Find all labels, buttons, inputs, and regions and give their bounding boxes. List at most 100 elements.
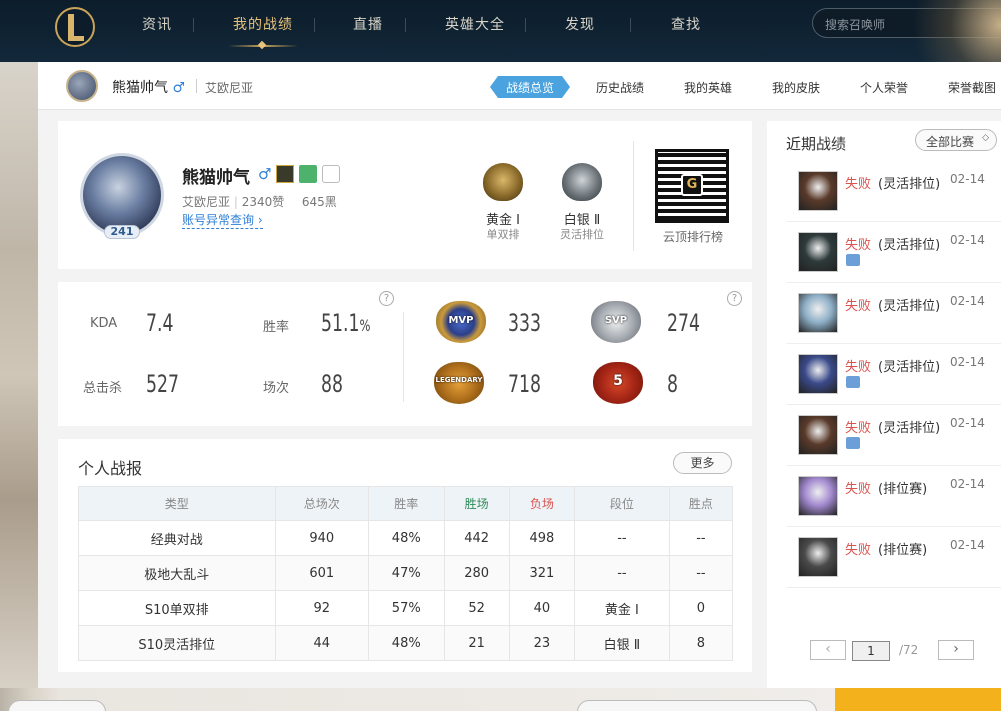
champion-icon — [798, 171, 838, 211]
kda-value: 7.4 — [146, 309, 174, 337]
recent-matches-panel: 近期战绩 全部比赛 ◇ 失败 (灵活排位) 02-14 失败 (灵活排位) 02-14 失败… — [767, 121, 1001, 688]
champion-icon — [798, 537, 838, 577]
match-list-item[interactable]: 失败 (灵活排位) 02-14 — [787, 344, 1001, 405]
profile-server: 艾欧尼亚 — [182, 195, 231, 209]
tft-leaderboard-label[interactable]: 云顶排行榜 — [654, 228, 732, 245]
nav-discover[interactable]: 发现 — [565, 14, 595, 34]
match-list-item[interactable]: 失败 (灵活排位) 02-14 — [787, 161, 1001, 222]
winrate-label: 胜率 — [263, 320, 290, 335]
tab-honors[interactable]: 个人荣誉 — [860, 79, 908, 96]
match-date: 02-14 — [950, 355, 985, 369]
table-row: S10灵活排位 44 48% 21 23 白银 Ⅱ 8 — [78, 625, 734, 661]
legendary-badge-icon: LEGENDARY — [434, 362, 484, 404]
table-cell: 57% — [367, 590, 445, 626]
copy-icon[interactable] — [299, 165, 317, 183]
table-cell: 21 — [443, 625, 510, 661]
prev-page-button[interactable]: ‹ — [810, 640, 846, 660]
mvp-badge-icon: MVP — [436, 301, 486, 343]
match-filter-select[interactable]: 全部比赛 ◇ — [915, 129, 997, 151]
table-cell: 940 — [274, 520, 369, 556]
col-type: 类型 — [78, 486, 276, 521]
report-table: 类型 总场次 胜率 胜场 负场 段位 胜点 经典对战 940 48% 442 4… — [78, 486, 734, 661]
divider — [633, 141, 634, 251]
account-anomaly-link[interactable]: 账号异常查询 › — [182, 211, 263, 229]
summoner-name: 熊猫帅气 ♂ — [112, 77, 185, 97]
table-row: 经典对战 940 48% 442 498 -- -- — [78, 520, 734, 556]
table-cell: 经典对战 — [78, 520, 276, 556]
help-icon[interactable]: ? — [727, 291, 742, 306]
rank-badge-icon — [276, 165, 294, 183]
table-cell: 280 — [443, 555, 510, 591]
nav-active-diamond — [257, 40, 267, 50]
match-list-item[interactable]: 失败 (排位赛) 02-14 — [787, 527, 1001, 588]
image-icon[interactable] — [846, 437, 860, 449]
match-date: 02-14 — [950, 477, 985, 491]
match-list-item[interactable]: 失败 (灵活排位) 02-14 — [787, 283, 1001, 344]
table-cell: -- — [668, 520, 734, 556]
tab-my-skins[interactable]: 我的皮肤 — [772, 79, 820, 96]
bottom-button[interactable] — [8, 700, 106, 711]
table-cell: 44 — [274, 625, 369, 661]
profile-name: 熊猫帅气 — [182, 168, 250, 188]
gold-rank-icon — [483, 163, 523, 201]
nav-separator — [193, 18, 194, 32]
champion-icon — [798, 415, 838, 455]
nav-search[interactable]: 查找 — [671, 14, 701, 34]
tab-history[interactable]: 历史战绩 — [596, 79, 644, 96]
nav-my-record[interactable]: 我的战绩 — [233, 14, 293, 34]
col-winrate: 胜率 — [367, 486, 445, 521]
male-icon: ♂ — [172, 80, 186, 96]
tab-overview[interactable]: 战绩总览 — [490, 76, 570, 98]
tab-my-heroes[interactable]: 我的英雄 — [684, 79, 732, 96]
champion-background-art — [0, 62, 38, 688]
champion-icon — [798, 476, 838, 516]
total-kills-label: 总击杀 — [83, 381, 123, 396]
legendary-count: 718 — [508, 370, 541, 398]
flex-queue-label: 灵活排位 — [560, 228, 604, 241]
table-cell: 23 — [508, 625, 575, 661]
col-lp: 胜点 — [668, 486, 734, 521]
solo-queue-label: 单双排 — [486, 228, 520, 241]
pentakill-badge-text: 5 — [613, 373, 623, 389]
match-list-item[interactable]: 失败 (灵活排位) 02-14 — [787, 405, 1001, 466]
table-cell: 48% — [367, 520, 445, 556]
top-navigation: 资讯 我的战绩 直播 英雄大全 发现 查找 搜索召唤师 — [0, 0, 1001, 62]
more-button[interactable]: 更多 — [673, 452, 732, 474]
next-page-button[interactable]: › — [938, 640, 974, 660]
table-cell: 47% — [367, 555, 445, 591]
match-list-item[interactable]: 失败 (灵活排位) 02-14 — [787, 222, 1001, 283]
table-cell: 0 — [668, 590, 734, 626]
svp-count: 274 — [667, 309, 700, 337]
match-date: 02-14 — [950, 538, 985, 552]
sub-header: 熊猫帅气 ♂ 艾欧尼亚 战绩总览 历史战绩 我的英雄 我的皮肤 个人荣誉 荣誉截… — [38, 62, 1001, 110]
table-cell: 601 — [274, 555, 369, 591]
table-cell: 92 — [274, 590, 369, 626]
games-value: 88 — [321, 370, 343, 398]
profile-meta: 艾欧尼亚 | 2340赞 645黑 — [182, 195, 337, 209]
bottom-action-button[interactable] — [835, 688, 1001, 711]
nav-heroes[interactable]: 英雄大全 — [445, 14, 505, 34]
nav-news[interactable]: 资讯 — [142, 14, 172, 34]
tab-honor-screenshots[interactable]: 荣誉截图 — [948, 79, 996, 96]
nav-live[interactable]: 直播 — [353, 14, 383, 34]
page-number-input[interactable]: 1 — [852, 641, 890, 661]
image-icon[interactable] — [846, 254, 860, 266]
match-list-item[interactable]: 失败 (排位赛) 02-14 — [787, 466, 1001, 527]
table-cell: -- — [573, 555, 670, 591]
table-cell: S10灵活排位 — [78, 625, 276, 661]
avatar[interactable] — [66, 70, 98, 102]
lol-logo[interactable] — [54, 4, 96, 50]
legendary-badge-text: LEGENDARY — [435, 376, 483, 384]
phone-icon[interactable] — [322, 165, 340, 183]
help-icon[interactable]: ? — [379, 291, 394, 306]
table-cell: S10单双排 — [78, 590, 276, 626]
account-anomaly-text: 账号异常查询 — [182, 213, 255, 227]
bottom-button[interactable] — [577, 700, 817, 711]
tft-logo-icon: G — [681, 174, 703, 196]
page-total: /72 — [899, 643, 919, 657]
table-cell: -- — [573, 520, 670, 556]
image-icon[interactable] — [846, 376, 860, 388]
divider — [196, 79, 197, 93]
winrate-value: 51.1% — [321, 309, 370, 337]
level-badge: 241 — [104, 225, 140, 239]
